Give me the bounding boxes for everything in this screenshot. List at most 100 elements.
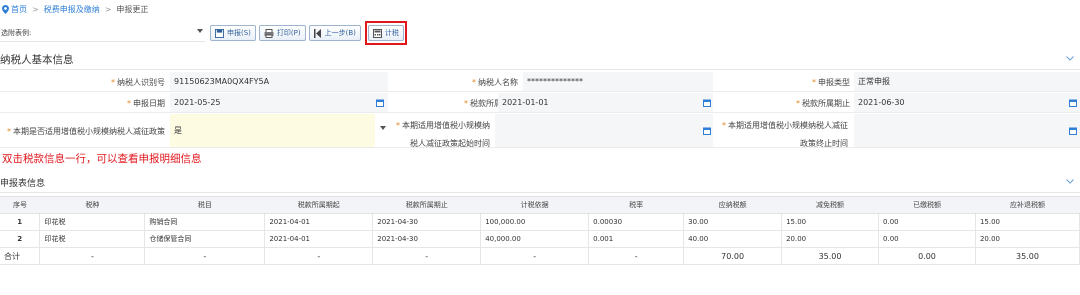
column-header: 税款所属期起: [264, 196, 373, 214]
table-row[interactable]: 2 印花税 仓储保管合同 2021-04-01 2021-04-30 40,00…: [0, 230, 1080, 248]
taxpayer-row-1: * 纳税人识别号 91150623MA0QX4FY5A * 纳税人名称 ******…: [0, 72, 1080, 92]
table-cell: -: [264, 247, 374, 265]
table-cell: 0.00: [878, 230, 976, 248]
declare-type-label: * 申报类型: [812, 78, 850, 87]
column-header: 序号: [0, 196, 40, 214]
period-end-label: * 税款所属期止: [796, 99, 850, 108]
declare-date-field[interactable]: 2021-05-25: [170, 93, 388, 112]
calc-button-highlight: 计税: [364, 21, 407, 45]
period-end-value: 2021-06-30: [858, 98, 905, 107]
table-cell: 100,000.00: [480, 213, 590, 231]
breadcrumb-current: 申报更正: [116, 4, 149, 14]
declare-button[interactable]: 申报(S): [210, 25, 256, 41]
table-cell: 1: [0, 213, 41, 231]
policy-start-field[interactable]: [495, 114, 713, 147]
policy-start-label: * 本期适用增值税小规模纳 税人减征政策起始时间: [396, 121, 490, 148]
calendar-icon[interactable]: [1069, 127, 1077, 135]
form-select-label: 选附表例:: [1, 28, 32, 37]
table-total-row: 合计 - - - - - - 70.00 35.00 0.00 35.00: [0, 247, 1080, 265]
breadcrumb-section[interactable]: 税费申报及缴纳: [44, 4, 100, 15]
table-cell: 2021-04-30: [372, 213, 482, 231]
taxpayer-id-label: * 纳税人识别号: [111, 78, 165, 87]
period-start-value: 2021-01-01: [502, 98, 549, 107]
table-cell: -: [144, 247, 266, 265]
table-cell: 40.00: [683, 230, 783, 248]
taxpayer-name-field: **************: [523, 72, 713, 91]
table-cell: 2021-04-01: [264, 230, 374, 248]
taxpayer-section-title[interactable]: 纳税人基本信息: [0, 50, 1080, 70]
table-cell: -: [480, 247, 590, 265]
print-button-label: 打印(P): [276, 29, 301, 37]
declare-date-value: 2021-05-25: [174, 98, 221, 107]
toolbar: 选附表例: 申报(S) 打印(P) 上一步(B) 计税: [0, 21, 1080, 45]
column-header: 已缴税额: [878, 196, 976, 214]
table-header-row: 序号 税种 税目 税款所属期起 税款所属期止 计税依据 税率 应纳税额 减免税额…: [0, 196, 1080, 214]
table-cell: 0.00030: [588, 213, 685, 231]
save-icon: [215, 28, 224, 38]
table-cell: 20.00: [975, 230, 1080, 248]
declare-type-field: 正常申报: [854, 72, 1080, 91]
declare-button-label: 申报(S): [227, 29, 251, 37]
table-cell: 35.00: [975, 247, 1080, 265]
print-icon: [264, 28, 274, 38]
declare-table: 序号 税种 税目 税款所属期起 税款所属期止 计税依据 税率 应纳税额 减免税额…: [0, 196, 1080, 265]
chevron-down-icon: [380, 126, 386, 130]
table-cell: 0.00: [878, 247, 976, 265]
prev-step-button[interactable]: 上一步(B): [308, 25, 361, 41]
column-header: 税款所属期止: [372, 196, 481, 214]
table-cell: 20.00: [781, 230, 880, 248]
calc-tax-button-label: 计税: [384, 29, 399, 37]
taxpayer-section-title-text: 纳税人基本信息: [0, 54, 74, 66]
table-cell: 35.00: [781, 247, 880, 265]
policy-end-label: * 本期适用增值税小规模纳税人减征 政策终止时间: [722, 121, 848, 148]
breadcrumb-separator: >: [32, 4, 39, 14]
column-header: 计税依据: [480, 196, 589, 214]
calendar-icon[interactable]: [703, 99, 711, 107]
taxpayer-name-label: * 纳税人名称: [472, 78, 518, 87]
period-end-field[interactable]: 2021-06-30: [854, 93, 1080, 112]
column-header: 应纳税额: [683, 196, 782, 214]
table-cell: 0.001: [588, 230, 685, 248]
table-cell: -: [372, 247, 482, 265]
reduction-policy-select[interactable]: 是: [170, 114, 386, 147]
table-cell: 15.00: [975, 213, 1080, 231]
column-header: 应补退税额: [975, 196, 1080, 214]
reduction-policy-value: 是: [174, 126, 182, 135]
table-cell: 购销合同: [144, 213, 266, 231]
breadcrumb-home[interactable]: 首页: [11, 4, 27, 15]
table-cell: -: [588, 247, 685, 265]
location-pin-icon: [2, 4, 9, 14]
total-label: 合计: [0, 247, 41, 265]
table-cell: 2021-04-01: [264, 213, 374, 231]
calendar-icon[interactable]: [703, 127, 711, 135]
policy-end-field[interactable]: [854, 114, 1080, 147]
calendar-icon[interactable]: [1069, 99, 1077, 107]
table-cell: 印花税: [39, 213, 146, 231]
table-cell: 仓储保管合同: [144, 230, 266, 248]
column-header: 税种: [39, 196, 145, 214]
print-button[interactable]: 打印(P): [258, 25, 306, 41]
calc-tax-button[interactable]: 计税: [367, 25, 404, 41]
form-select[interactable]: 选附表例:: [0, 24, 205, 42]
column-header: 减免税额: [781, 196, 879, 214]
column-header: 税目: [144, 196, 265, 214]
column-header: 税率: [588, 196, 684, 214]
table-cell: 2021-04-30: [372, 230, 482, 248]
declare-table-section-title[interactable]: 申报表信息: [0, 173, 1080, 193]
calendar-icon[interactable]: [376, 99, 384, 107]
period-start-field[interactable]: 2021-01-01: [498, 93, 713, 112]
table-row[interactable]: 1 印花税 购销合同 2021-04-01 2021-04-30 100,000…: [0, 213, 1080, 231]
table-cell: 2: [0, 230, 41, 248]
table-cell: 40,000.00: [480, 230, 590, 248]
table-cell: 印花税: [39, 230, 146, 248]
taxpayer-id-field: 91150623MA0QX4FY5A: [170, 72, 388, 91]
chevron-down-icon[interactable]: [1066, 179, 1074, 184]
back-arrow-icon: [313, 28, 321, 38]
calculator-icon: [372, 28, 382, 38]
declare-date-label: * 申报日期: [127, 99, 165, 108]
chevron-down-icon[interactable]: [1066, 56, 1074, 61]
hint-text: 双击税款信息一行，可以查看申报明细信息: [2, 153, 202, 165]
prev-step-button-label: 上一步(B): [324, 29, 356, 37]
taxpayer-row-2: * 申报日期 2021-05-25 * 税款所属期起 2021-01-01 * 税款所…: [0, 93, 1080, 113]
breadcrumb-separator: >: [104, 4, 112, 14]
